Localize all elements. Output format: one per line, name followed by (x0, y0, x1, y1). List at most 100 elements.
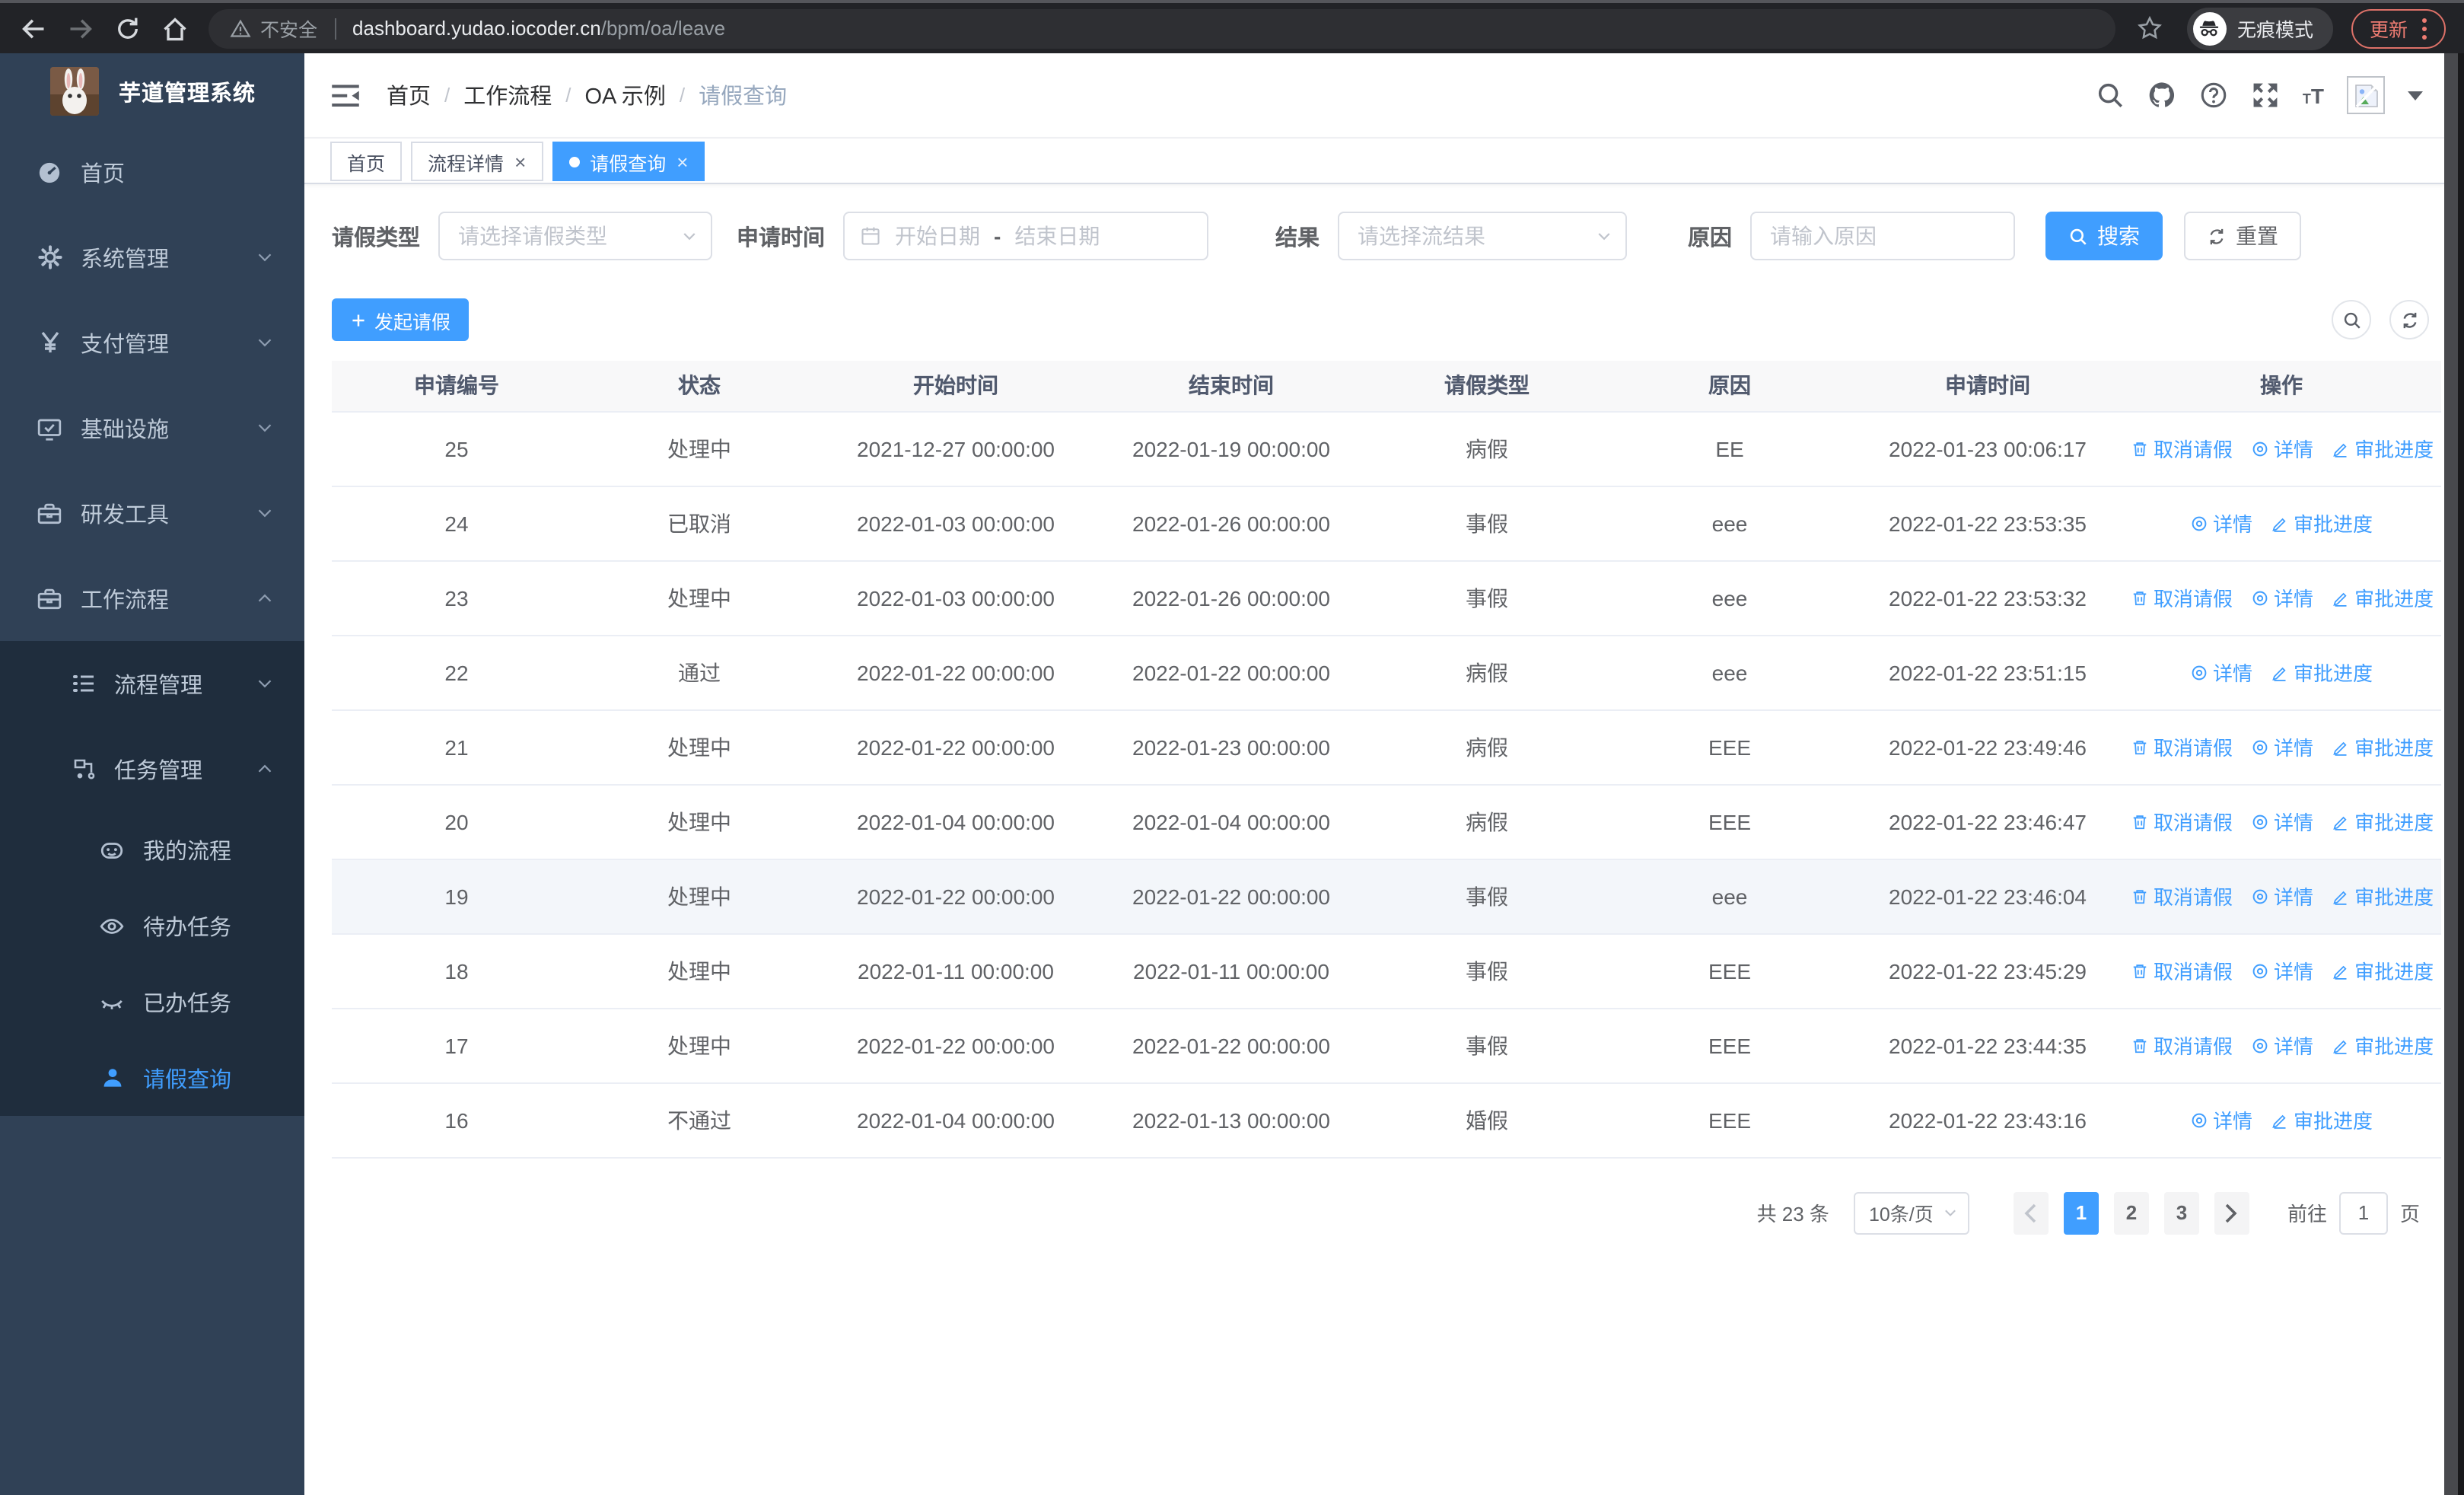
action-cancel-leave[interactable]: 取消请假 (2131, 434, 2233, 463)
action-approval-progress[interactable]: 审批进度 (2332, 807, 2434, 836)
breadcrumb-item[interactable]: OA 示例 (585, 79, 666, 111)
apply-time-label: 申请时间 (737, 226, 825, 250)
close-tab-icon[interactable]: × (676, 151, 688, 171)
sidebar-item-todo-tasks[interactable]: 待办任务 (0, 888, 304, 964)
sidebar-item-leave-query[interactable]: 请假查询 (0, 1040, 304, 1116)
action-cancel-leave[interactable]: 取消请假 (2131, 1031, 2233, 1060)
start-date-placeholder: 开始日期 (895, 224, 980, 248)
user-avatar[interactable] (2347, 76, 2385, 114)
action-view-detail[interactable]: 详情 (2190, 658, 2252, 687)
breadcrumb-item[interactable]: 首页 (387, 79, 431, 111)
action-cancel-leave[interactable]: 取消请假 (2131, 807, 2233, 836)
sidebar-item-my-process[interactable]: 我的流程 (0, 811, 304, 888)
sidebar-item-workflow[interactable]: 工作流程 (0, 556, 304, 641)
sidebar-item-task-mgmt[interactable]: 任务管理 (0, 726, 304, 811)
cell-status: 处理中 (581, 709, 817, 785)
browser-forward-icon[interactable] (67, 14, 94, 42)
sidebar-item-system[interactable]: 系统管理 (0, 215, 304, 300)
browser-back-icon[interactable] (20, 14, 47, 42)
create-leave-button[interactable]: 发起请假 (332, 298, 470, 341)
action-view-detail[interactable]: 详情 (2190, 508, 2252, 537)
action-view-detail[interactable]: 详情 (2251, 583, 2313, 612)
cell-reason: EEE (1606, 784, 1854, 859)
search-button[interactable]: 搜索 (2045, 212, 2163, 260)
sidebar-item-done-tasks[interactable]: 已办任务 (0, 964, 304, 1040)
page-button-1[interactable]: 1 (2063, 1191, 2099, 1234)
action-view-detail[interactable]: 详情 (2251, 807, 2313, 836)
create-leave-label: 发起请假 (374, 311, 451, 333)
goto-page-input[interactable] (2338, 1191, 2388, 1234)
reset-button[interactable]: 重置 (2184, 212, 2301, 260)
action-approval-progress[interactable]: 审批进度 (2271, 1105, 2373, 1134)
page-scrollbar[interactable] (2444, 53, 2464, 1495)
list-icon (70, 671, 96, 696)
breadcrumb-item[interactable]: 工作流程 (463, 79, 552, 111)
cell-actions: 取消请假 详情 审批进度 (2122, 411, 2441, 486)
sidebar-item-label: 工作流程 (81, 588, 169, 613)
page-size-select[interactable]: 10条/页 (1853, 1191, 1969, 1234)
page-button-3[interactable]: 3 (2163, 1191, 2199, 1234)
font-size-icon[interactable]: TT (2303, 84, 2324, 106)
cell-apply-time: 2022-01-23 00:06:17 (1854, 411, 2122, 486)
tab-leave-query[interactable]: 请假查询 × (552, 142, 705, 181)
cell-end-time: 2022-01-19 00:00:00 (1094, 411, 1368, 486)
bookmark-star-icon[interactable] (2137, 15, 2163, 41)
result-select[interactable]: 请选择流结果 (1338, 212, 1627, 260)
briefcase-icon (37, 500, 62, 526)
browser-menu-icon[interactable] (2421, 16, 2427, 40)
action-view-detail[interactable]: 详情 (2251, 732, 2313, 761)
sidebar-item-infra[interactable]: 基础设施 (0, 385, 304, 470)
help-icon[interactable] (2199, 81, 2228, 110)
sidebar-logo[interactable]: 芋道管理系统 (0, 53, 304, 129)
search-icon (2068, 226, 2088, 246)
sidebar-item-process-mgmt[interactable]: 流程管理 (0, 641, 304, 726)
browser-home-icon[interactable] (161, 14, 189, 42)
action-view-detail[interactable]: 详情 (2251, 434, 2313, 463)
action-cancel-leave[interactable]: 取消请假 (2131, 732, 2233, 761)
action-view-detail[interactable]: 详情 (2251, 956, 2313, 985)
prev-page-button[interactable] (2013, 1191, 2049, 1234)
search-icon[interactable] (2096, 81, 2125, 110)
action-approval-progress[interactable]: 审批进度 (2271, 508, 2373, 537)
action-view-detail[interactable]: 详情 (2190, 1105, 2252, 1134)
github-icon[interactable] (2147, 81, 2176, 110)
action-approval-progress[interactable]: 审批进度 (2332, 583, 2434, 612)
trash-icon (2131, 887, 2149, 905)
pen-icon (2332, 961, 2350, 980)
action-approval-progress[interactable]: 审批进度 (2271, 658, 2373, 687)
action-cancel-leave[interactable]: 取消请假 (2131, 583, 2233, 612)
close-tab-icon[interactable]: × (514, 151, 526, 171)
action-view-detail[interactable]: 详情 (2251, 881, 2313, 910)
browser-update-button[interactable]: 更新 (2351, 8, 2446, 48)
avatar-caret-icon[interactable] (2408, 91, 2423, 100)
sidebar-menu: 首页 系统管理 支付管理 基础设施 研发工具工作流程流程管理 任务管理 我的流程 待办任务 已办… (0, 129, 304, 1116)
collapse-sidebar-icon[interactable] (330, 81, 361, 109)
cell-apply-id: 18 (332, 933, 581, 1009)
action-view-detail[interactable]: 详情 (2251, 1031, 2313, 1060)
fullscreen-icon[interactable] (2251, 81, 2280, 110)
action-approval-progress[interactable]: 审批进度 (2332, 1031, 2434, 1060)
apply-time-range-picker[interactable]: 开始日期 - 结束日期 (843, 212, 1208, 260)
action-cancel-leave[interactable]: 取消请假 (2131, 881, 2233, 910)
next-page-button[interactable] (2214, 1191, 2249, 1234)
action-cancel-leave[interactable]: 取消请假 (2131, 956, 2233, 985)
tab-process-detail[interactable]: 流程详情 × (411, 142, 543, 181)
tab-home[interactable]: 首页 (330, 142, 403, 181)
action-approval-progress[interactable]: 审批进度 (2332, 434, 2434, 463)
cell-leave-type: 病假 (1368, 709, 1606, 785)
action-approval-progress[interactable]: 审批进度 (2332, 732, 2434, 761)
address-bar[interactable]: 不安全 dashboard.yudao.iocoder.cn/bpm/oa/le… (209, 8, 2115, 48)
sidebar-item-payment[interactable]: 支付管理 (0, 300, 304, 385)
action-approval-progress[interactable]: 审批进度 (2332, 956, 2434, 985)
browser-reload-icon[interactable] (114, 14, 142, 42)
action-approval-progress[interactable]: 审批进度 (2332, 881, 2434, 910)
chevron-up-icon (256, 760, 274, 778)
sidebar-item-dev-tools[interactable]: 研发工具 (0, 470, 304, 556)
refresh-table-button[interactable] (2389, 300, 2429, 339)
leave-type-select[interactable]: 请选择请假类型 (438, 212, 712, 260)
page-button-2[interactable]: 2 (2113, 1191, 2149, 1234)
reason-input[interactable] (1770, 224, 1995, 248)
cell-status: 处理中 (581, 411, 817, 486)
sidebar-item-home[interactable]: 首页 (0, 129, 304, 215)
show-search-toggle-button[interactable] (2332, 300, 2371, 339)
